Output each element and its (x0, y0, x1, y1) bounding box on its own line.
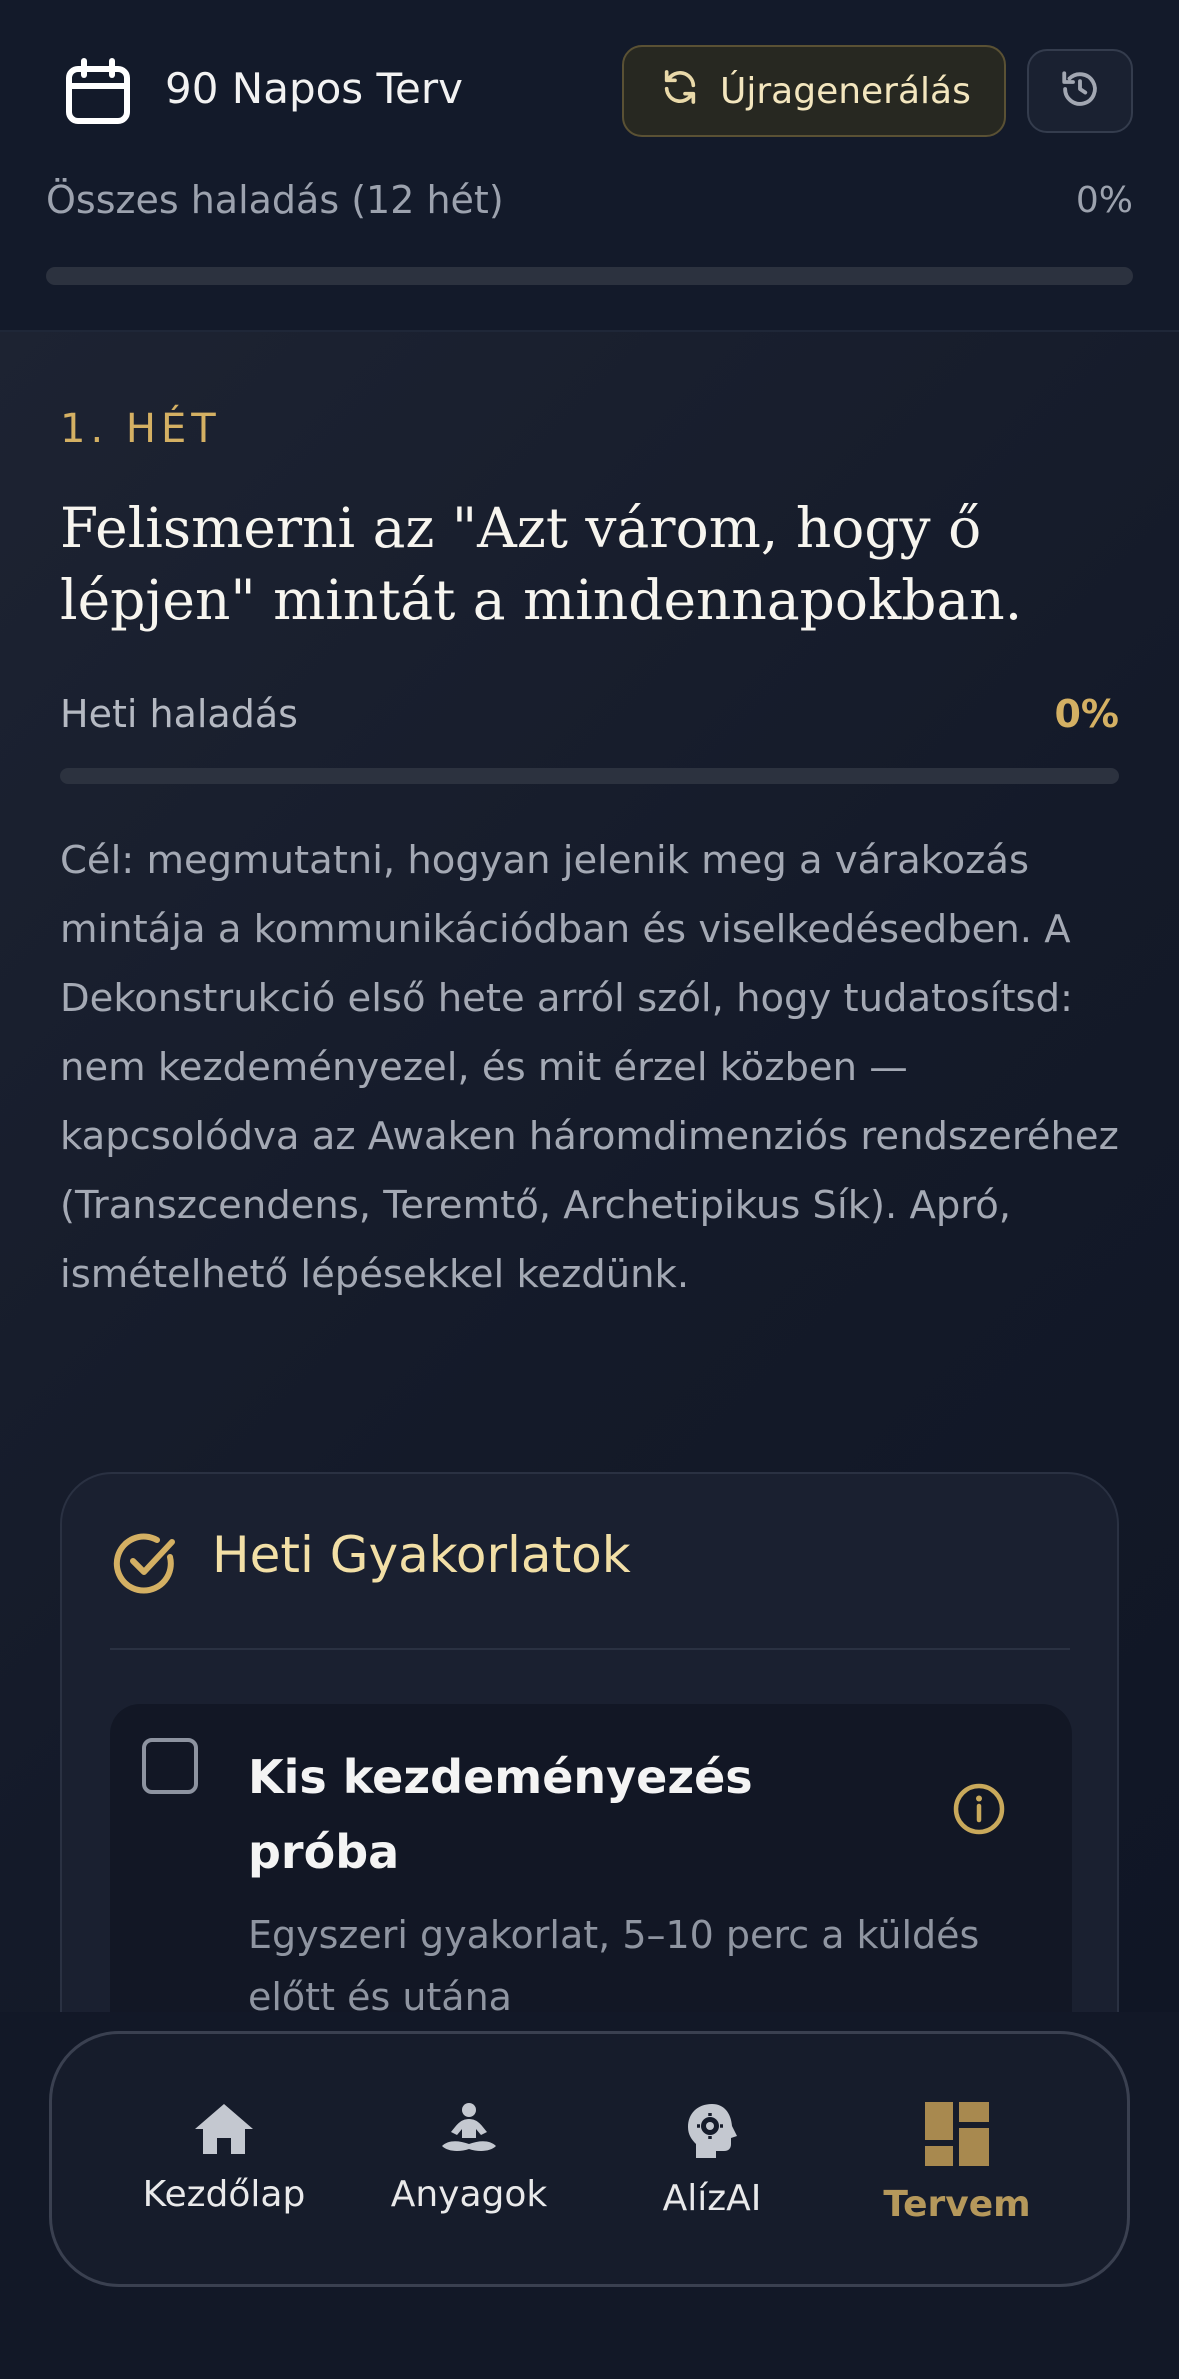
card-title: Heti Gyakorlatok (212, 1526, 631, 1584)
exercise-description: Egyszeri gyakorlat, 5–10 perc a küldés e… (248, 1913, 980, 2019)
overall-progress-label: Összes haladás (12 hét) (46, 178, 504, 222)
calendar-icon (64, 58, 132, 126)
nav-item-tervem[interactable]: Tervem (847, 2034, 1067, 2290)
weekly-exercises-card: Heti Gyakorlatok Kis kezdeményezés próba… (60, 1472, 1119, 2104)
card-divider (110, 1648, 1070, 1650)
nav-label: Anyagok (390, 2174, 548, 2215)
exercise-title: Kis kezdeményezés próba (248, 1750, 753, 1879)
overall-progress-bar (46, 267, 1133, 285)
home-icon (193, 2034, 255, 2160)
check-circle-icon (110, 1528, 180, 1602)
week-label: 1. HÉT (60, 406, 221, 452)
nav-item-alizai[interactable]: AlízAI (602, 2034, 822, 2290)
nav-label: Kezdőlap (142, 2174, 306, 2215)
nav-item-kezdolap[interactable]: Kezdőlap (114, 2034, 334, 2290)
page-title: 90 Napos Terv (165, 64, 464, 113)
app-header: 90 Napos Terv Újragenerálás Összes halad… (0, 0, 1179, 332)
nav-label: Tervem (883, 2184, 1031, 2225)
refresh-icon (660, 67, 720, 116)
exercise-checkbox[interactable] (142, 1738, 198, 1794)
history-button[interactable] (1027, 49, 1133, 133)
meditation-icon (438, 2034, 500, 2160)
weekly-progress-bar (60, 768, 1119, 784)
history-icon (1059, 68, 1101, 114)
weekly-progress-label: Heti haladás (60, 692, 298, 736)
week-title: Felismerni az "Azt várom, hogy ő lépjen"… (60, 496, 1023, 632)
info-icon[interactable] (952, 1782, 1006, 1840)
overall-progress-value: 0% (1075, 180, 1133, 221)
week-description: Cél: megmutatni, hogyan jelenik meg a vá… (60, 838, 1119, 1297)
bottom-nav: Kezdőlap Anyagok AlízAI Tervem (49, 2031, 1130, 2287)
nav-item-anyagok[interactable]: Anyagok (359, 2034, 579, 2290)
regenerate-label: Újragenerálás (720, 70, 971, 112)
weekly-progress-value: 0% (1054, 692, 1119, 736)
dashboard-icon (925, 2034, 989, 2170)
week-section: 1. HÉT Felismerni az "Azt várom, hogy ő … (0, 332, 1179, 2104)
regenerate-button[interactable]: Újragenerálás (622, 45, 1006, 137)
ai-head-icon (684, 2034, 740, 2164)
nav-label: AlízAI (662, 2178, 762, 2219)
